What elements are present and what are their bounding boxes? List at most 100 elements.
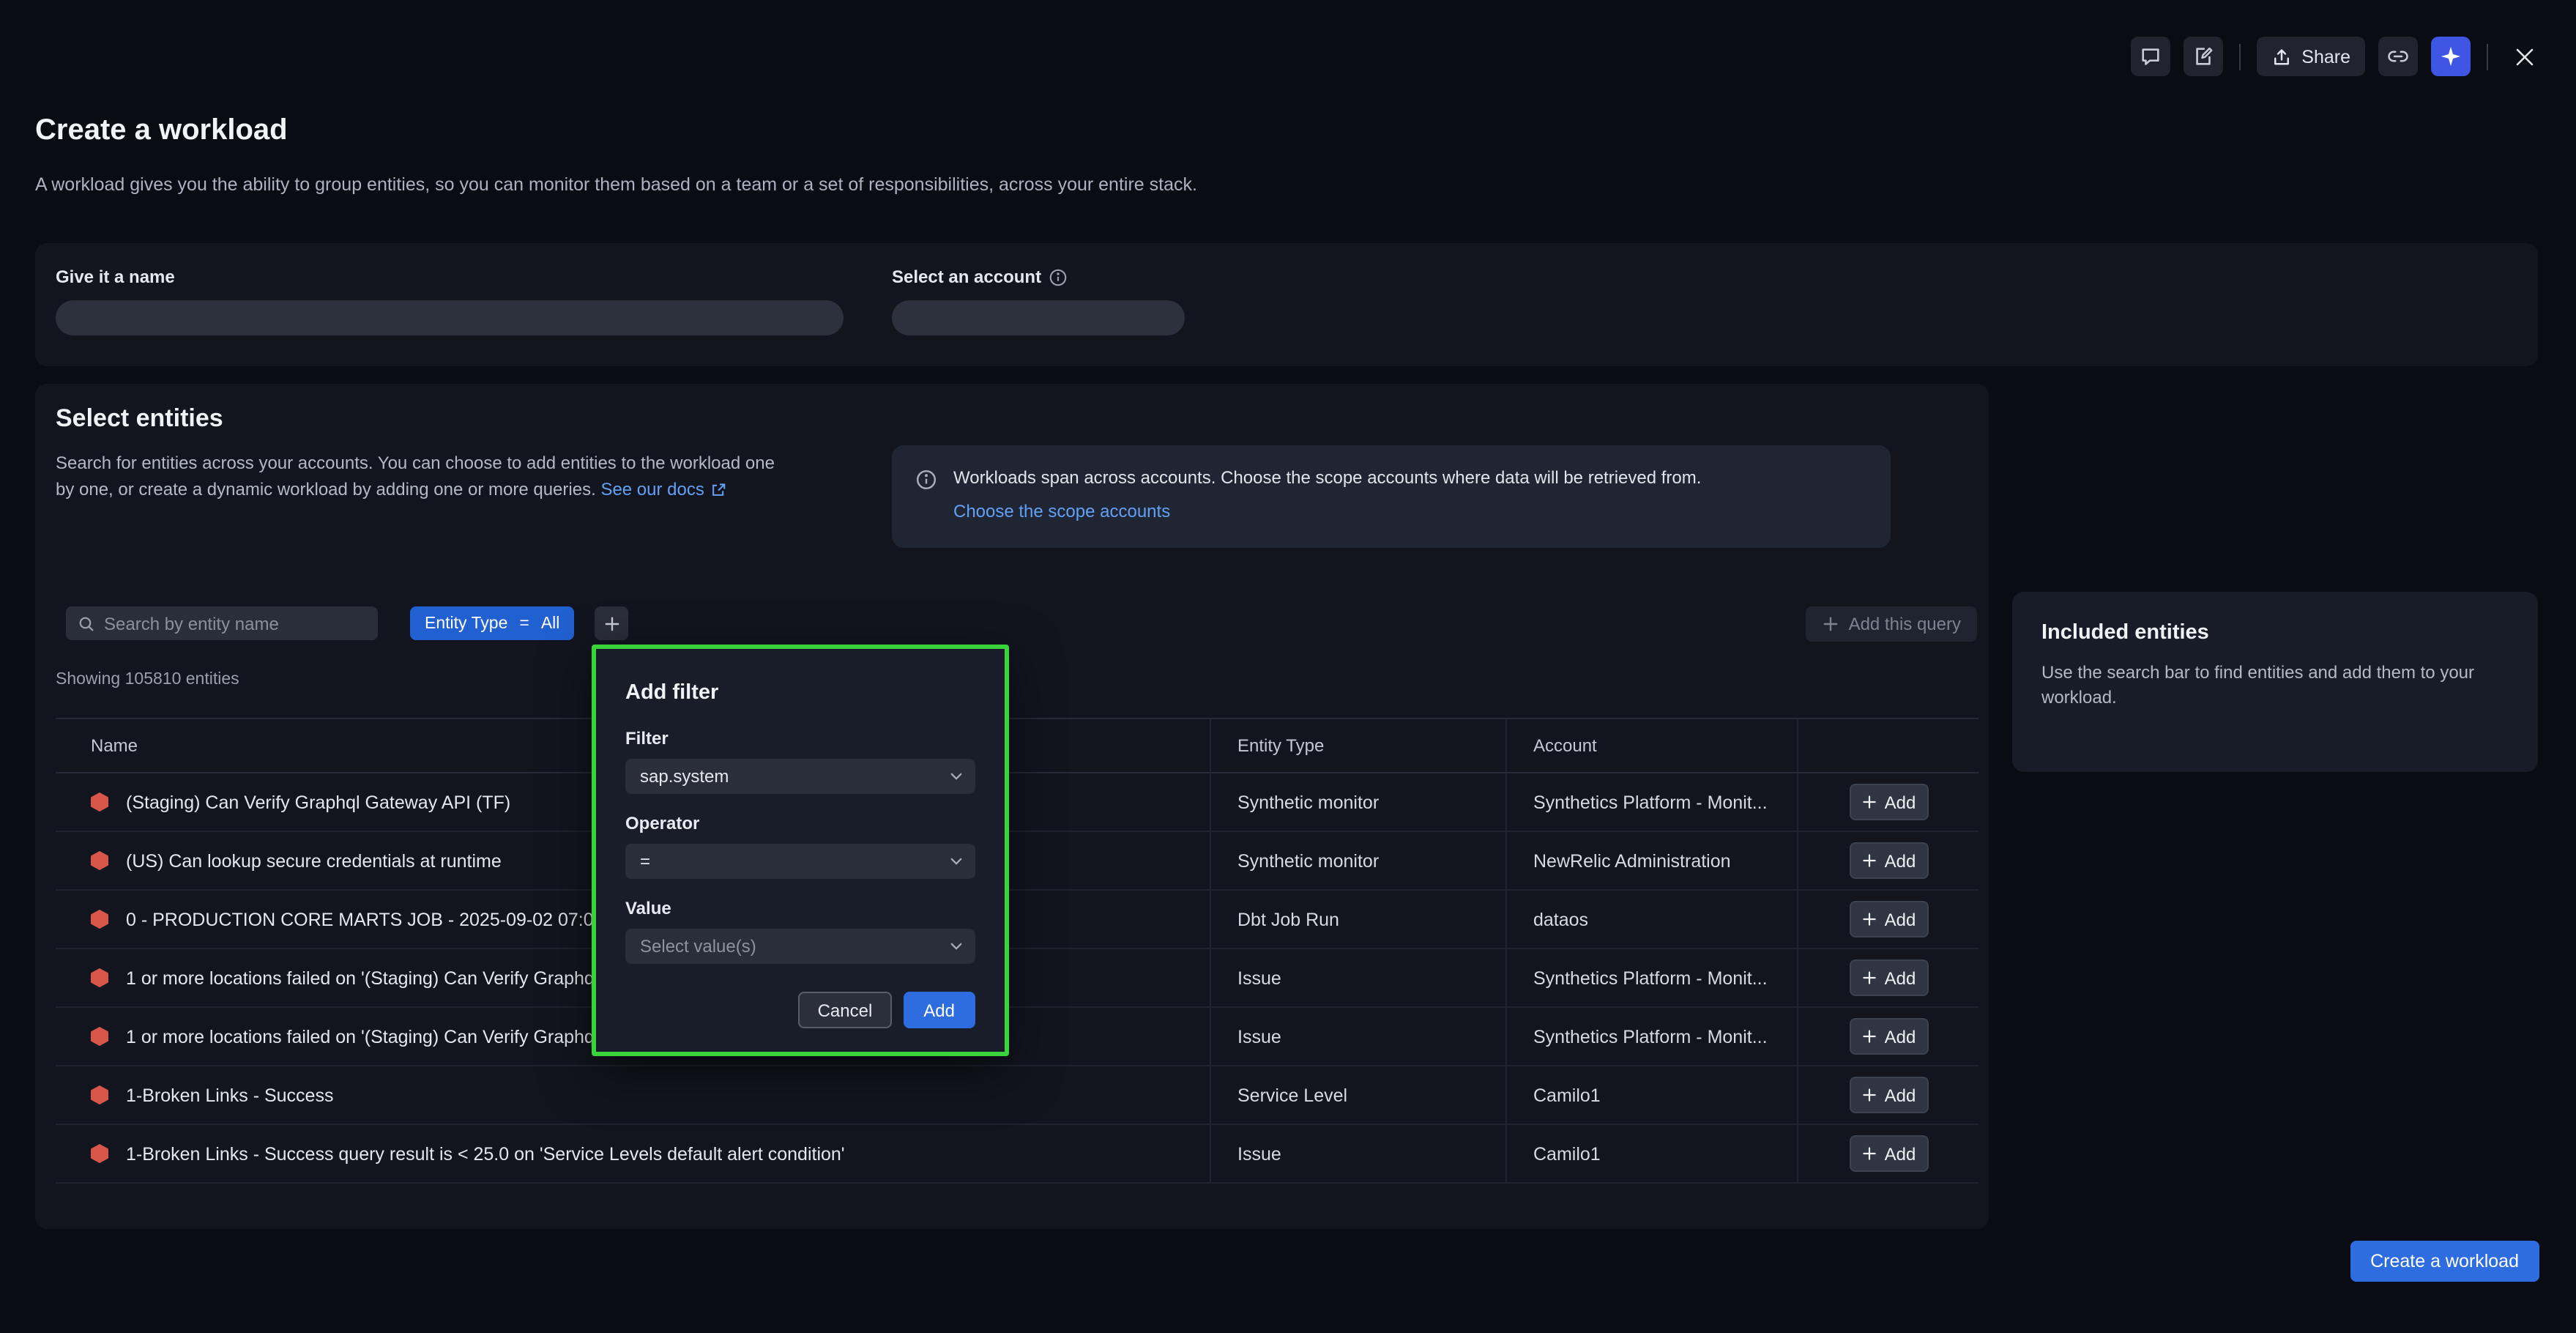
info-icon: [1049, 267, 1068, 286]
add-filter-title: Add filter: [625, 681, 975, 705]
column-header-actions: [1798, 719, 1978, 772]
select-entities-panel: Select entities Search for entities acro…: [35, 384, 1989, 1229]
entity-count: Showing 105810 entities: [56, 671, 239, 688]
topbar: Share: [2130, 37, 2544, 76]
name-label: Give it a name: [56, 267, 844, 287]
entity-status-icon: [91, 1144, 108, 1163]
entity-status-icon: [91, 851, 108, 870]
operator-label: Operator: [625, 813, 975, 833]
entity-account: Camilo1: [1507, 1066, 1798, 1124]
entity-type: Synthetic monitor: [1211, 832, 1507, 889]
included-entities-title: Included entities: [2041, 621, 2509, 645]
share-icon: [2271, 46, 2291, 67]
add-entity-button[interactable]: Add: [1849, 784, 1928, 820]
add-entity-button[interactable]: Add: [1849, 901, 1928, 937]
entity-name: 1-Broken Links - Success query result is…: [126, 1143, 845, 1164]
plus-icon: [603, 614, 620, 632]
popup-actions: Cancel Add: [625, 992, 975, 1028]
select-entities-title: Select entities: [56, 404, 223, 434]
entity-search: [66, 606, 378, 640]
sparkle-icon: [2440, 45, 2462, 67]
name-field: Give it a name: [56, 267, 844, 335]
add-filter-confirm-button[interactable]: Add: [903, 992, 975, 1028]
add-entity-button[interactable]: Add: [1849, 842, 1928, 879]
external-link-icon: [710, 482, 726, 498]
info-icon: [915, 469, 937, 491]
entity-account: dataos: [1507, 891, 1798, 948]
plus-icon: [1861, 1028, 1877, 1044]
select-entities-description: Search for entities across your accounts…: [56, 451, 775, 502]
table-row: 1 or more locations failed on '(Staging)…: [56, 949, 1978, 1008]
copy-link-button[interactable]: [2378, 37, 2418, 76]
entity-name: 1 or more locations failed on '(Staging)…: [126, 1026, 595, 1047]
close-icon: [2512, 45, 2536, 68]
entity-account: Synthetics Platform - Monit...: [1507, 1008, 1798, 1065]
docs-link[interactable]: See our docs: [600, 477, 726, 502]
add-entity-button[interactable]: Add: [1849, 1077, 1928, 1113]
entities-table: Name Entity Type Account (Staging) Can V…: [56, 718, 1978, 1184]
entity-type: Synthetic monitor: [1211, 773, 1507, 831]
feedback-icon: [2139, 45, 2161, 67]
column-header-entity-type: Entity Type: [1211, 719, 1507, 772]
plus-icon: [1861, 911, 1877, 927]
chevron-down-icon: [949, 939, 964, 954]
account-input[interactable]: [892, 300, 1185, 335]
table-row: (US) Can lookup secure credentials at ru…: [56, 832, 1978, 891]
plus-icon: [1861, 970, 1877, 986]
table-row: 1-Broken Links - Success query result is…: [56, 1125, 1978, 1184]
column-header-account: Account: [1507, 719, 1798, 772]
notes-button[interactable]: [2183, 37, 2222, 76]
entity-account: Synthetics Platform - Monit...: [1507, 949, 1798, 1006]
add-filter-button[interactable]: [595, 606, 628, 640]
entity-type: Issue: [1211, 1125, 1507, 1182]
entity-type: Dbt Job Run: [1211, 891, 1507, 948]
create-workload-button[interactable]: Create a workload: [2350, 1241, 2539, 1282]
entity-type-filter-chip[interactable]: Entity Type = All: [410, 606, 574, 640]
chevron-down-icon: [949, 769, 964, 784]
table-row: 1-Broken Links - Success Service Level C…: [56, 1066, 1978, 1125]
entity-type: Service Level: [1211, 1066, 1507, 1124]
scope-accounts-link[interactable]: Choose the scope accounts: [953, 501, 1170, 521]
value-label: Value: [625, 898, 975, 918]
add-entity-button[interactable]: Add: [1849, 1135, 1928, 1172]
entity-status-icon: [91, 792, 108, 812]
operator-select[interactable]: =: [625, 844, 975, 879]
account-field: Select an account: [892, 267, 1185, 335]
search-input[interactable]: [104, 613, 366, 634]
filter-field-group: Filter sap.system: [625, 728, 975, 813]
plus-icon: [1861, 1146, 1877, 1162]
chevron-down-icon: [949, 854, 964, 869]
entity-account: Synthetics Platform - Monit...: [1507, 773, 1798, 831]
divider: [2238, 43, 2240, 70]
entity-name: (US) Can lookup secure credentials at ru…: [126, 850, 502, 871]
add-filter-popup: Add filter Filter sap.system Operator = …: [592, 645, 1009, 1056]
included-entities-description: Use the search bar to find entities and …: [2041, 661, 2503, 709]
entity-type: Issue: [1211, 1008, 1507, 1065]
workload-name-input[interactable]: [56, 300, 844, 335]
table-row: (Staging) Can Verify Graphql Gateway API…: [56, 773, 1978, 832]
add-entity-button[interactable]: Add: [1849, 1018, 1928, 1055]
table-header: Name Entity Type Account: [56, 718, 1978, 773]
plus-icon: [1861, 794, 1877, 810]
feedback-button[interactable]: [2130, 37, 2170, 76]
entity-account: NewRelic Administration: [1507, 832, 1798, 889]
divider: [2487, 43, 2488, 70]
scope-accounts-info: Workloads span across accounts. Choose t…: [892, 445, 1891, 548]
filter-select[interactable]: sap.system: [625, 759, 975, 794]
entity-account: Camilo1: [1507, 1125, 1798, 1182]
entity-status-icon: [91, 968, 108, 987]
entity-status-icon: [91, 1085, 108, 1104]
notes-icon: [2192, 45, 2214, 67]
table-row: 1 or more locations failed on '(Staging)…: [56, 1008, 1978, 1066]
close-button[interactable]: [2504, 37, 2544, 76]
cancel-button[interactable]: Cancel: [799, 992, 892, 1028]
entity-type: Issue: [1211, 949, 1507, 1006]
entity-name: (Staging) Can Verify Graphql Gateway API…: [126, 792, 510, 812]
add-this-query-button[interactable]: Add this query: [1806, 606, 1977, 642]
add-entity-button[interactable]: Add: [1849, 959, 1928, 996]
create-workload-page: Share Create a workload A workload gives…: [0, 0, 2576, 1333]
value-select[interactable]: Select value(s): [625, 929, 975, 964]
share-button[interactable]: Share: [2256, 37, 2365, 76]
ai-assistant-button[interactable]: [2431, 37, 2471, 76]
search-icon: [78, 614, 95, 632]
